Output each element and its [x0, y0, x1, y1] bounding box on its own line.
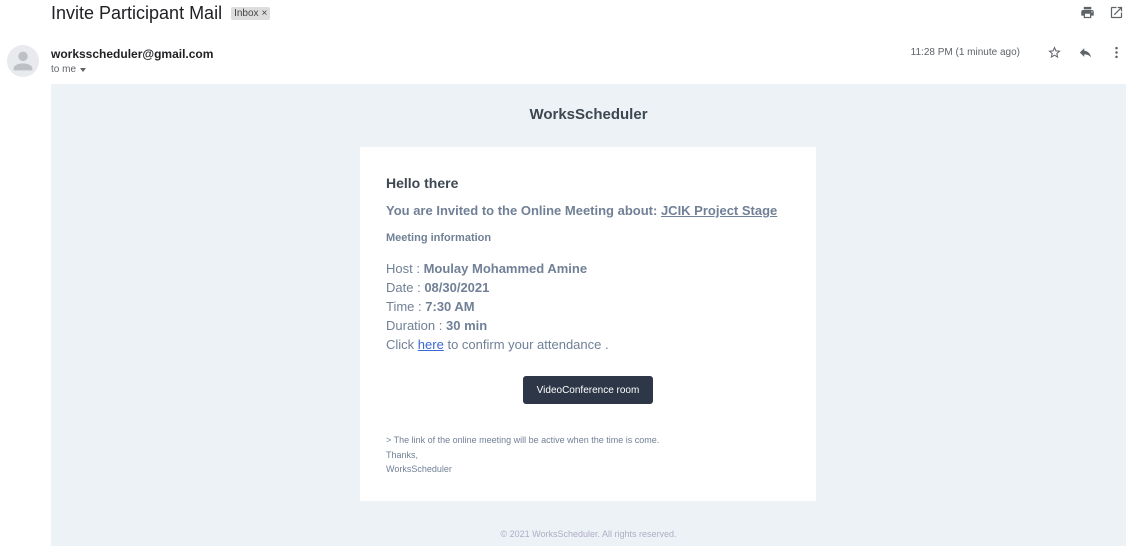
email-subject-row: Invite Participant Mail Inbox × — [51, 0, 271, 26]
time-value: 7:30 AM — [425, 299, 475, 314]
host-value: Moulay Mohammed Amine — [423, 261, 588, 276]
confirm-attendance-link[interactable]: here — [418, 337, 444, 352]
click-suffix: to confirm your attendance . — [447, 337, 609, 352]
host-row: Host : Moulay Mohammed Amine — [386, 259, 609, 278]
date-label: Date : — [386, 280, 421, 295]
meeting-note: > The link of the online meeting will be… — [386, 435, 660, 445]
invite-text: You are Invited to the Online Meeting ab… — [386, 203, 658, 218]
email-subject: Invite Participant Mail — [51, 2, 223, 23]
print-icon[interactable] — [1079, 4, 1096, 21]
confirm-row: Click here to confirm your attendance . — [386, 335, 609, 354]
label-text: Inbox — [234, 7, 259, 19]
message-timestamp: 11:28 PM (1 minute ago) — [910, 47, 1020, 58]
signature: WorksScheduler — [386, 464, 452, 474]
host-label: Host : — [386, 261, 420, 276]
message-meta: 11:28 PM (1 minute ago) — [911, 44, 1125, 61]
inbox-label-chip[interactable]: Inbox × — [231, 6, 271, 20]
thanks-text: Thanks, — [386, 449, 419, 460]
click-prefix: Click — [386, 337, 415, 352]
duration-row: Duration : 30 min — [386, 316, 609, 335]
copyright-footer: © 2021 WorksScheduler. All rights reserv… — [500, 529, 677, 539]
footer-notes: > The link of the online meeting will be… — [386, 433, 659, 477]
person-icon — [13, 51, 33, 71]
email-body: WorksScheduler Hello there You are Invit… — [51, 84, 1126, 546]
open-in-new-window-icon[interactable] — [1108, 4, 1125, 21]
more-vertical-icon[interactable] — [1108, 44, 1125, 61]
date-value: 08/30/2021 — [424, 280, 490, 295]
videoconference-room-button[interactable]: VideoConference room — [523, 376, 653, 404]
sender-email[interactable]: worksscheduler@gmail.com — [51, 47, 213, 61]
duration-value: 30 min — [446, 318, 488, 333]
email-card: Hello there You are Invited to the Onlin… — [360, 147, 816, 501]
star-icon[interactable] — [1046, 44, 1063, 61]
sender-avatar[interactable] — [7, 45, 39, 77]
date-row: Date : 08/30/2021 — [386, 278, 609, 297]
meeting-info-heading: Meeting information — [386, 232, 492, 244]
meeting-details: Host : Moulay Mohammed Amine Date : 08/3… — [386, 259, 609, 354]
duration-label: Duration : — [386, 318, 443, 333]
recipient-details[interactable]: to me — [51, 64, 87, 75]
meeting-name-link[interactable]: JCIK Project Stage — [661, 203, 777, 218]
time-label: Time : — [386, 299, 422, 314]
greeting: Hello there — [386, 175, 459, 191]
reply-icon[interactable] — [1077, 44, 1094, 61]
brand-header[interactable]: WorksScheduler — [51, 106, 1126, 123]
recipient-label: to me — [51, 64, 77, 75]
top-actions — [1079, 4, 1125, 21]
time-row: Time : 7:30 AM — [386, 297, 609, 316]
invite-line: You are Invited to the Online Meeting ab… — [386, 203, 777, 218]
chevron-down-icon[interactable] — [80, 67, 87, 72]
remove-label-icon[interactable]: × — [262, 8, 268, 19]
